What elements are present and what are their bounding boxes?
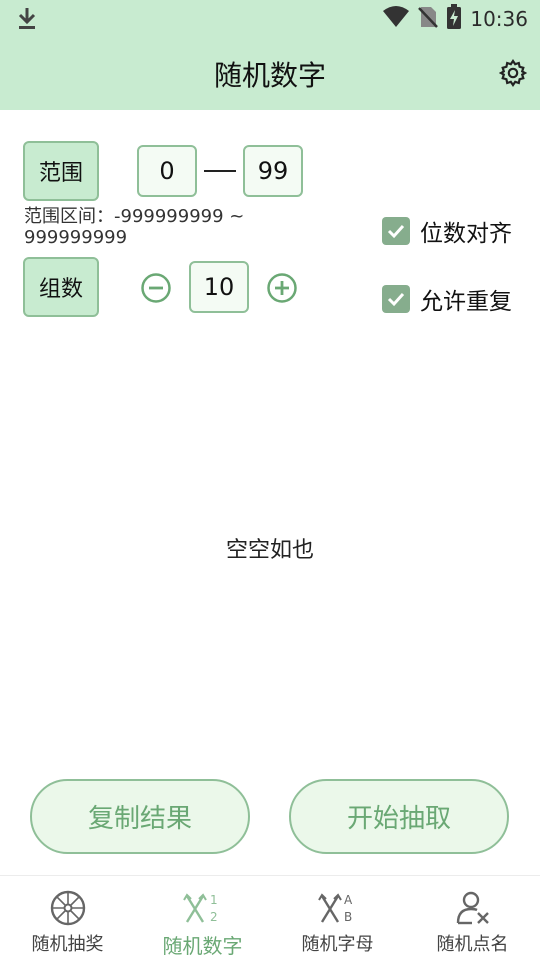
- bottom-nav: 随机抽奖 1 2 随机数字 A B 随机字母 随机点名: [0, 875, 540, 960]
- groups-button[interactable]: 组数: [23, 257, 99, 317]
- plus-circle-icon: [267, 273, 297, 303]
- wheel-icon: [48, 888, 88, 928]
- range-hint: 范围区间：-999999999 ~ 999999999: [24, 206, 245, 248]
- groups-count-input[interactable]: 10: [189, 261, 249, 313]
- range-min-input[interactable]: 0: [137, 145, 197, 197]
- allow-repeat-option[interactable]: 允许重复: [382, 282, 512, 316]
- no-sim-icon: [418, 5, 439, 33]
- settings-button[interactable]: [496, 56, 530, 90]
- svg-text:A: A: [344, 893, 353, 907]
- wifi-icon: [382, 5, 410, 33]
- svg-text:1: 1: [210, 893, 218, 907]
- person-pick-icon: [453, 888, 493, 928]
- svg-text:B: B: [344, 910, 352, 924]
- allow-repeat-label: 允许重复: [420, 289, 512, 315]
- check-icon: [387, 292, 405, 307]
- increment-button[interactable]: [265, 271, 299, 305]
- start-draw-button[interactable]: 开始抽取: [289, 779, 509, 854]
- nav-label-rollcall: 随机点名: [436, 934, 509, 955]
- range-dash: [204, 170, 236, 172]
- number-shuffle-icon: 1 2: [182, 888, 223, 928]
- allow-repeat-checkbox[interactable]: [382, 285, 410, 313]
- check-icon: [387, 224, 405, 239]
- nav-label-lottery: 随机抽奖: [31, 934, 104, 955]
- empty-result-text: 空空如也: [225, 538, 314, 563]
- download-icon: [16, 6, 38, 34]
- range-button[interactable]: 范围: [23, 141, 99, 201]
- align-digits-checkbox[interactable]: [382, 217, 410, 245]
- status-time: 10:36: [470, 7, 528, 31]
- nav-item-rollcall[interactable]: 随机点名: [405, 876, 540, 960]
- letter-shuffle-icon: A B: [317, 888, 358, 928]
- copy-result-button[interactable]: 复制结果: [30, 779, 250, 854]
- app-bar: 随机数字: [0, 36, 540, 110]
- decrement-button[interactable]: [139, 271, 173, 305]
- page-title: 随机数字: [213, 59, 326, 92]
- range-max-input[interactable]: 99: [243, 145, 303, 197]
- align-digits-label: 位数对齐: [420, 221, 512, 247]
- gear-icon: [499, 59, 527, 87]
- battery-charging-icon: [446, 4, 462, 34]
- align-digits-option[interactable]: 位数对齐: [382, 214, 512, 248]
- svg-text:2: 2: [210, 910, 218, 924]
- nav-label-letters: 随机字母: [301, 934, 374, 955]
- nav-item-letters[interactable]: A B 随机字母: [270, 876, 405, 960]
- nav-item-lottery[interactable]: 随机抽奖: [0, 876, 135, 960]
- nav-label-numbers: 随机数字: [162, 934, 243, 958]
- status-bar: 10:36: [0, 0, 540, 36]
- nav-item-numbers[interactable]: 1 2 随机数字: [135, 876, 270, 960]
- minus-circle-icon: [141, 273, 171, 303]
